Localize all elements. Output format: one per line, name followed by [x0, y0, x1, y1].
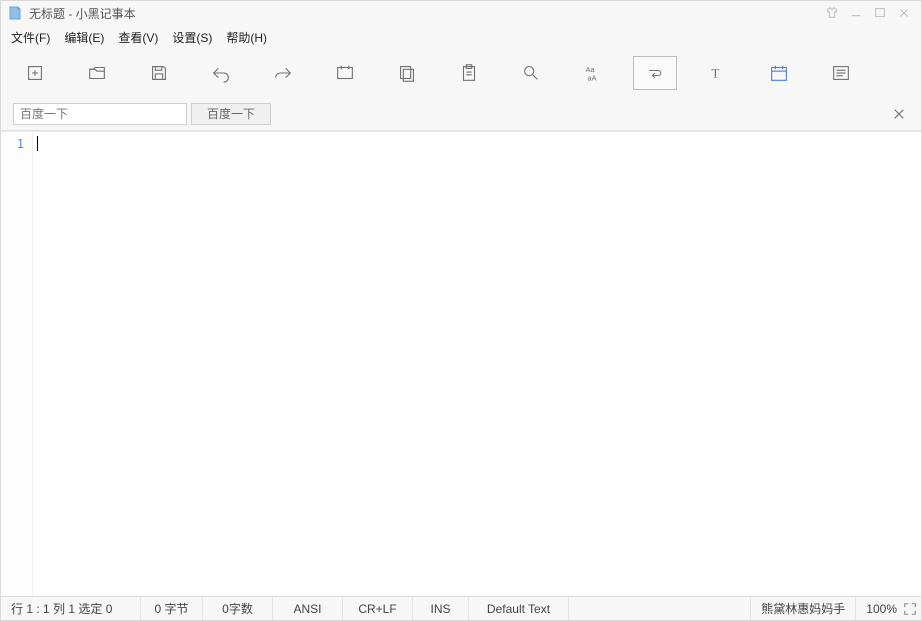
zoom-value: 100%	[866, 602, 897, 616]
app-window: 无标题 - 小黑记事本 文件(F) 编辑(E) 查看(V) 设置(S) 帮助(H…	[0, 0, 922, 621]
search-input[interactable]	[13, 103, 187, 125]
menu-help[interactable]: 帮助(H)	[226, 29, 267, 46]
menu-file[interactable]: 文件(F)	[11, 29, 50, 46]
line-number: 1	[1, 136, 32, 152]
copy-button[interactable]	[385, 56, 429, 90]
text-caret	[37, 136, 38, 151]
minimize-button[interactable]	[845, 4, 867, 22]
search-go-button[interactable]: 百度一下	[191, 103, 271, 125]
status-eol[interactable]: CR+LF	[343, 597, 413, 620]
list-button[interactable]	[819, 56, 863, 90]
status-position[interactable]: 行 1 : 1 列 1 选定 0	[1, 597, 141, 620]
redo-button[interactable]	[261, 56, 305, 90]
skin-button[interactable]	[821, 4, 843, 22]
toolbar: AaaA T	[1, 49, 921, 97]
menu-bar: 文件(F) 编辑(E) 查看(V) 设置(S) 帮助(H)	[1, 25, 921, 49]
status-zoom[interactable]: 100%	[856, 597, 921, 620]
close-button[interactable]	[893, 4, 915, 22]
find-button[interactable]	[509, 56, 553, 90]
font-button[interactable]: T	[695, 56, 739, 90]
svg-text:T: T	[712, 67, 720, 81]
paste-button[interactable]	[447, 56, 491, 90]
title-bar: 无标题 - 小黑记事本	[1, 1, 921, 25]
save-button[interactable]	[137, 56, 181, 90]
wrap-button[interactable]	[633, 56, 677, 90]
status-bytes[interactable]: 0 字节	[141, 597, 203, 620]
open-button[interactable]	[75, 56, 119, 90]
app-icon	[7, 5, 23, 21]
search-bar: 百度一下	[1, 97, 921, 131]
svg-text:aA: aA	[588, 73, 597, 82]
status-encoding[interactable]: ANSI	[273, 597, 343, 620]
cut-button[interactable]	[323, 56, 367, 90]
close-search-icon[interactable]	[889, 104, 909, 124]
menu-view[interactable]: 查看(V)	[118, 29, 158, 46]
fullscreen-icon[interactable]	[901, 600, 919, 618]
new-button[interactable]	[13, 56, 57, 90]
status-bar: 行 1 : 1 列 1 选定 0 0 字节 0字数 ANSI CR+LF INS…	[1, 596, 921, 620]
window-title: 无标题 - 小黑记事本	[29, 5, 136, 22]
maximize-button[interactable]	[869, 4, 891, 22]
text-area[interactable]	[33, 132, 921, 596]
menu-setting[interactable]: 设置(S)	[172, 29, 212, 46]
status-ins[interactable]: INS	[413, 597, 469, 620]
status-chars[interactable]: 0字数	[203, 597, 273, 620]
calendar-button[interactable]	[757, 56, 801, 90]
editor-area: 1	[1, 131, 921, 596]
undo-button[interactable]	[199, 56, 243, 90]
case-button[interactable]: AaaA	[571, 56, 615, 90]
status-owner: 熊黛林惠妈妈手	[751, 597, 856, 620]
menu-edit[interactable]: 编辑(E)	[64, 29, 104, 46]
line-gutter: 1	[1, 132, 33, 596]
status-lang[interactable]: Default Text	[469, 597, 569, 620]
